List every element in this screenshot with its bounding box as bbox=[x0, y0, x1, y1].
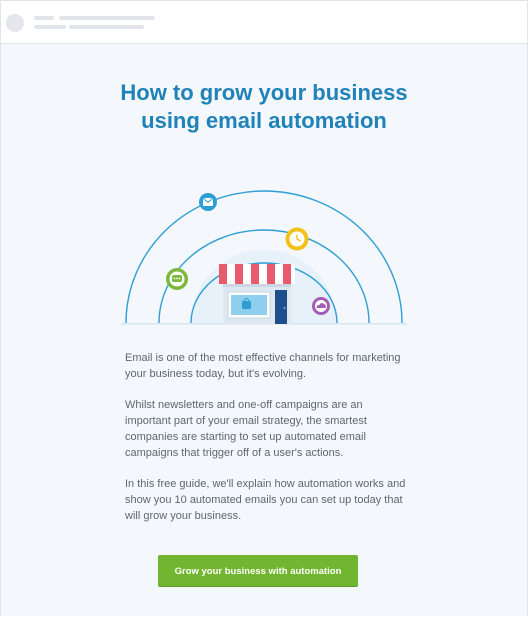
cloud-icon bbox=[312, 297, 330, 315]
email-preview-frame: How to grow your business using email au… bbox=[0, 0, 528, 616]
grow-business-button[interactable]: Grow your business with automation bbox=[158, 555, 358, 586]
sender-email-placeholder bbox=[59, 16, 155, 20]
email-body: Email is one of the most effective chann… bbox=[125, 350, 409, 539]
body-paragraph-strategy: Whilst newsletters and one-off campaigns… bbox=[125, 399, 367, 459]
email-headline: How to grow your business using email au… bbox=[120, 80, 408, 133]
store-icon bbox=[219, 264, 295, 324]
subject-placeholder bbox=[34, 25, 66, 29]
envelope-icon bbox=[199, 193, 217, 211]
body-paragraph-intro: Email is one of the most effective chann… bbox=[125, 352, 401, 380]
clock-icon bbox=[285, 227, 309, 251]
sender-avatar bbox=[6, 14, 24, 32]
sender-name-placeholder bbox=[34, 16, 54, 20]
email-header-bar bbox=[1, 1, 527, 44]
chat-bubble-icon bbox=[166, 268, 188, 290]
storefront-illustration bbox=[121, 190, 407, 325]
preview-placeholder bbox=[69, 25, 144, 29]
body-paragraph-guide: In this free guide, we'll explain how au… bbox=[125, 478, 406, 522]
